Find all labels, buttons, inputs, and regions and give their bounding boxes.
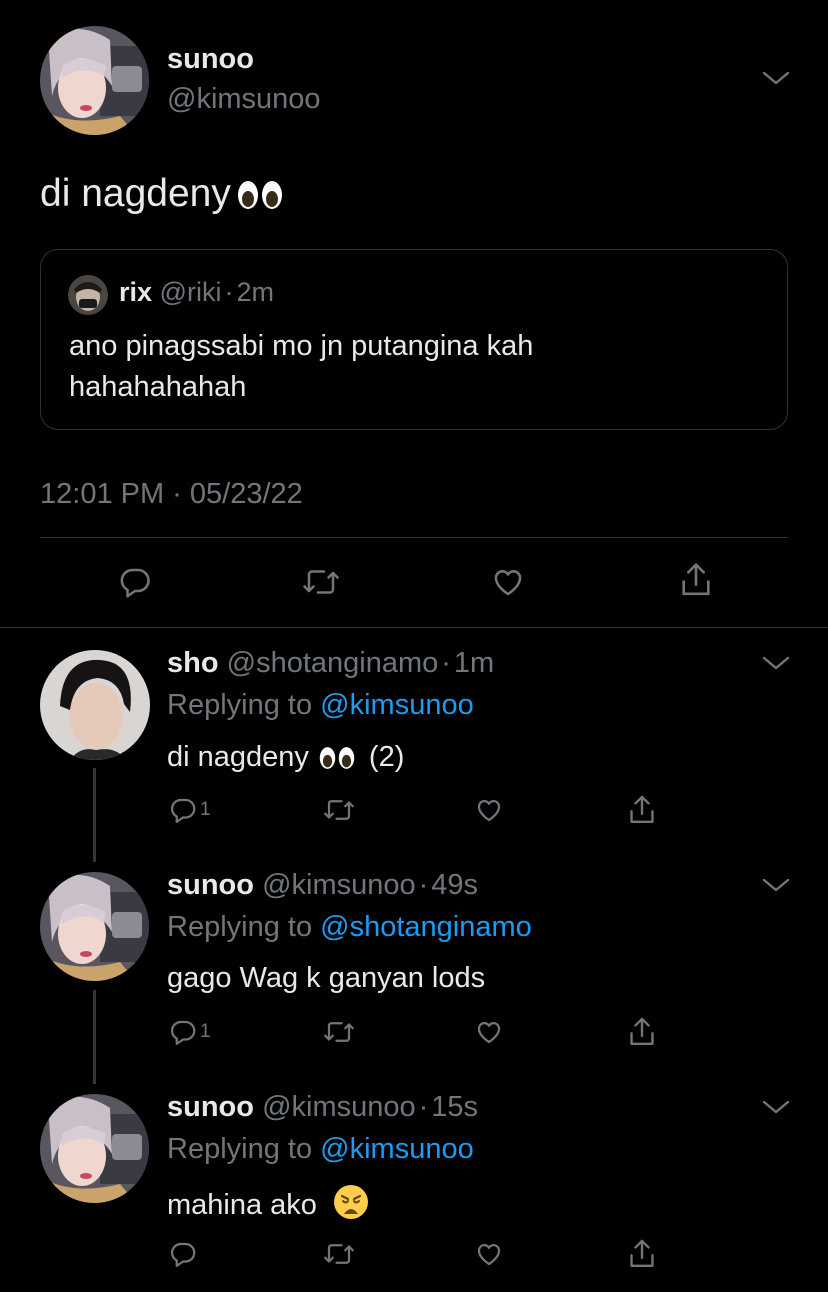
share-button[interactable] [626, 1014, 658, 1050]
retweet-button[interactable] [322, 1236, 356, 1272]
avatar[interactable] [40, 26, 149, 135]
reply-button[interactable] [168, 1236, 198, 1272]
mention-link[interactable]: @kimsunoo [320, 1133, 474, 1165]
eyes-emoji [237, 180, 283, 210]
quoted-time: 2m [236, 277, 274, 307]
avatar[interactable] [40, 1094, 149, 1203]
retweet-icon [324, 800, 354, 820]
author-handle[interactable]: @kimsunoo [167, 83, 321, 116]
reply-icon [170, 1020, 196, 1045]
quoted-author-handle: @riki [159, 277, 222, 307]
retweet-icon [303, 570, 339, 594]
author-name[interactable]: sunoo [167, 1091, 254, 1123]
author-handle[interactable]: @kimsunoo [262, 1091, 416, 1123]
author-handle[interactable]: @shotanginamo [227, 647, 439, 679]
reply-time[interactable]: 15s [431, 1091, 478, 1123]
chevron-down-icon[interactable] [762, 877, 790, 898]
reply-text: di nagdeny (2) [167, 741, 405, 773]
heart-icon [477, 1021, 501, 1044]
heart-icon [477, 1243, 501, 1266]
share-icon [630, 1017, 654, 1045]
like-button[interactable] [473, 1236, 505, 1272]
share-icon [682, 563, 710, 596]
reply-count: 1 [200, 1021, 211, 1042]
author-name[interactable]: sho [167, 647, 219, 679]
share-icon [630, 1239, 654, 1267]
author-name[interactable]: sunoo [167, 43, 254, 76]
reply-header: sunoo @kimsunoo · 15s [167, 1091, 479, 1123]
share-button[interactable] [626, 792, 658, 828]
reply-time[interactable]: 49s [431, 869, 478, 901]
tweet-timestamp[interactable]: 12:01 PM · 05/23/22 [40, 478, 303, 511]
retweet-icon [324, 1244, 354, 1264]
quoted-text-line2: hahahahahah [69, 371, 247, 403]
weary-face-emoji [333, 1184, 369, 1228]
tweet-text: di nagdeny [40, 172, 283, 216]
divider [40, 537, 788, 538]
eyes-emoji [319, 746, 355, 770]
quoted-header: rix @riki · 2m [119, 277, 274, 307]
retweet-button[interactable] [299, 560, 343, 604]
author-handle[interactable]: @kimsunoo [262, 869, 416, 901]
mention-link[interactable]: @kimsunoo [320, 689, 474, 721]
replying-to: Replying to @kimsunoo [167, 689, 474, 721]
mention-link[interactable]: @shotanginamo [320, 911, 532, 943]
like-button[interactable] [473, 792, 505, 828]
chevron-down-icon[interactable] [762, 70, 790, 91]
retweet-button[interactable] [322, 792, 356, 828]
share-icon [630, 795, 654, 823]
reply-button[interactable] [113, 560, 157, 604]
avatar[interactable] [40, 872, 149, 981]
reply-icon [120, 568, 150, 598]
reply-icon [170, 798, 196, 823]
reply-button[interactable]: 1 [168, 1014, 211, 1050]
thread-line [93, 768, 96, 862]
heart-icon [477, 799, 501, 822]
like-button[interactable] [486, 560, 530, 604]
reply-header: sho @shotanginamo · 1m [167, 647, 495, 679]
replying-to: Replying to @shotanginamo [167, 911, 532, 943]
divider [0, 627, 828, 628]
retweet-button[interactable] [322, 1014, 356, 1050]
quoted-avatar [68, 275, 108, 315]
reply-text: mahina ako [167, 1184, 369, 1228]
share-button[interactable] [626, 1236, 658, 1272]
author-name[interactable]: sunoo [167, 869, 254, 901]
quoted-text-line1: ano pinagssabi mo jn putangina kah [69, 330, 534, 362]
reply-header: sunoo @kimsunoo · 49s [167, 869, 479, 901]
quoted-tweet[interactable]: rix @riki · 2m ano pinagssabi mo jn putang… [40, 249, 788, 430]
avatar[interactable] [40, 650, 150, 760]
chevron-down-icon[interactable] [762, 1099, 790, 1120]
reply-text: gago Wag k ganyan lods [167, 962, 486, 994]
replying-to: Replying to @kimsunoo [167, 1133, 474, 1165]
reply-button[interactable]: 1 [168, 792, 211, 828]
quoted-author-name: rix [119, 277, 153, 307]
like-button[interactable] [473, 1014, 505, 1050]
chevron-down-icon[interactable] [762, 655, 790, 676]
reply-count: 1 [200, 799, 211, 820]
share-button[interactable] [674, 558, 718, 602]
heart-icon [494, 570, 522, 596]
reply-time[interactable]: 1m [454, 647, 494, 679]
thread-line [93, 990, 96, 1084]
reply-icon [170, 1242, 196, 1267]
retweet-icon [324, 1022, 354, 1042]
